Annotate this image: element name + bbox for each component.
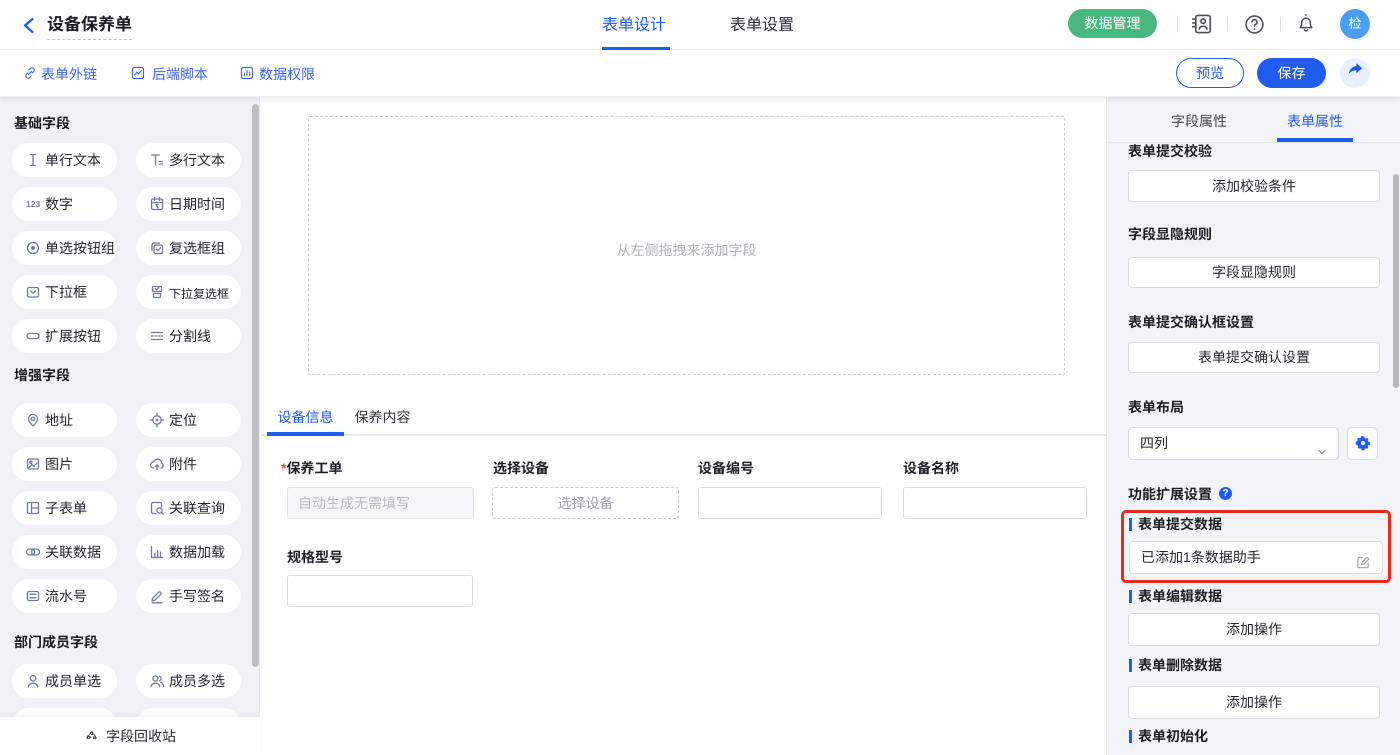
svg-text:123: 123 <box>26 199 40 209</box>
